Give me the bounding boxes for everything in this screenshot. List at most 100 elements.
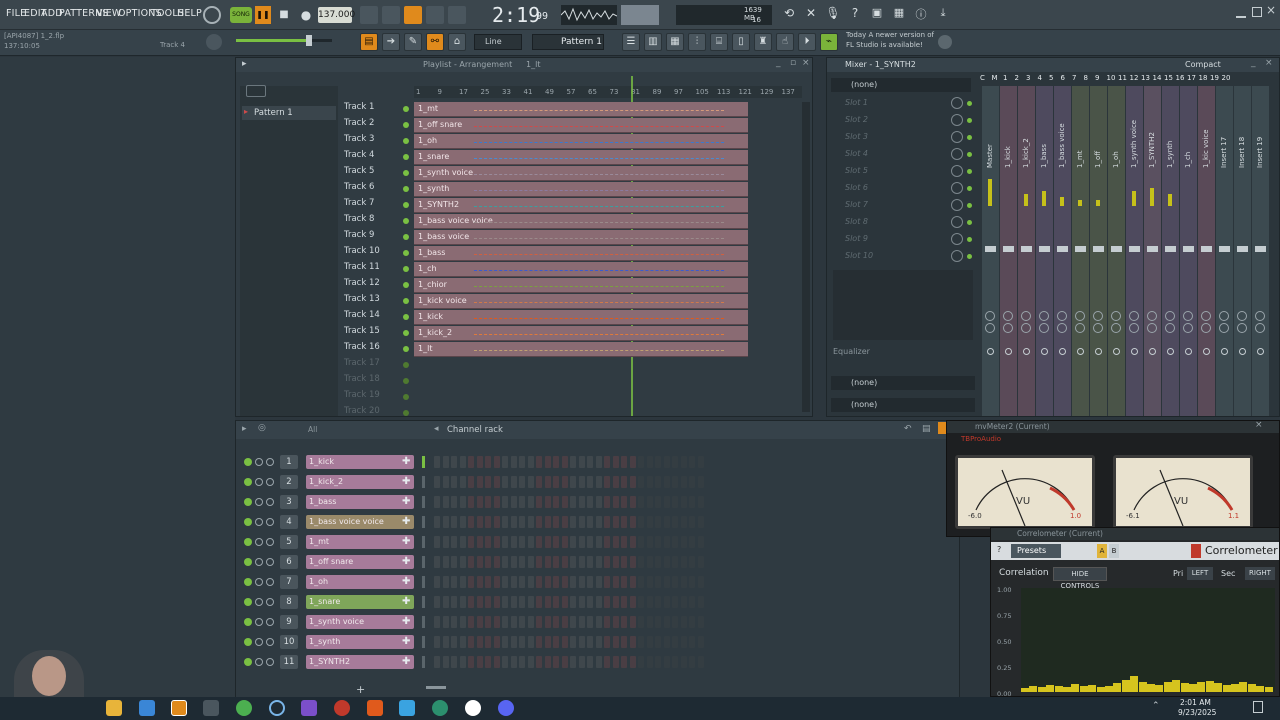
step-button[interactable]: [595, 636, 602, 648]
track-label[interactable]: Track 8: [344, 214, 402, 229]
mixer-strip[interactable]: 1_bass: [1036, 86, 1053, 416]
mixer-route-led[interactable]: [987, 348, 994, 355]
master-volume-slider[interactable]: [236, 35, 332, 46]
channel-volume-knob[interactable]: [266, 638, 274, 646]
loop-record-icon[interactable]: [448, 6, 466, 24]
fx-slot[interactable]: Slot 5: [831, 164, 972, 179]
track-label[interactable]: Track 13: [344, 294, 402, 309]
fx-slot[interactable]: Slot 1: [831, 96, 972, 111]
step-button[interactable]: [502, 476, 508, 488]
mixer-route-led[interactable]: [1149, 348, 1156, 355]
step-button[interactable]: [587, 476, 593, 488]
step-button[interactable]: [570, 636, 576, 648]
step-button[interactable]: [604, 496, 610, 508]
info-icon[interactable]: ⓘ: [912, 6, 930, 24]
step-button[interactable]: [527, 476, 534, 488]
step-button[interactable]: [672, 596, 678, 608]
help-icon[interactable]: ?: [846, 6, 864, 24]
step-button[interactable]: [468, 616, 474, 628]
mixer-stereo-knob[interactable]: [1111, 323, 1121, 333]
mixer-stereo-knob[interactable]: [1093, 323, 1103, 333]
channel-number[interactable]: 5: [280, 535, 298, 549]
step-button[interactable]: [680, 616, 687, 628]
step-button[interactable]: [553, 596, 559, 608]
step-button[interactable]: [553, 456, 559, 468]
step-button[interactable]: [621, 456, 627, 468]
step-button[interactable]: [527, 596, 534, 608]
channel-add-icon[interactable]: ✚: [402, 496, 410, 507]
stamp-icon[interactable]: ⌂: [448, 33, 466, 51]
step-button[interactable]: [502, 556, 508, 568]
fx-slot-mix-knob[interactable]: [951, 233, 963, 245]
mixer-fader[interactable]: [1255, 246, 1266, 252]
step-button[interactable]: [570, 656, 576, 668]
mixer-fader[interactable]: [1147, 246, 1158, 252]
fx-slot-enable-led[interactable]: [967, 101, 972, 106]
step-button[interactable]: [468, 576, 474, 588]
step-button[interactable]: [612, 536, 619, 548]
step-button[interactable]: [536, 596, 542, 608]
rack-menu-icon[interactable]: ▸: [242, 424, 247, 434]
rack-scrollbar[interactable]: [426, 686, 446, 689]
channel-number[interactable]: 6: [280, 555, 298, 569]
mixer-pan-knob[interactable]: [1255, 311, 1265, 321]
step-button[interactable]: [570, 456, 576, 468]
mixer-route-led[interactable]: [1059, 348, 1066, 355]
news-line-2[interactable]: FL Studio is available!: [846, 41, 923, 49]
step-button[interactable]: [587, 456, 593, 468]
mixer-fader[interactable]: [1057, 246, 1068, 252]
mixer-strip-number[interactable]: 19: [1210, 74, 1219, 82]
step-button[interactable]: [502, 656, 508, 668]
channel-pan-knob[interactable]: [255, 578, 263, 586]
step-button[interactable]: [689, 576, 695, 588]
step-button[interactable]: [672, 536, 678, 548]
countdown-icon[interactable]: [404, 6, 422, 24]
step-button[interactable]: [561, 536, 568, 548]
channel-add-icon[interactable]: ✚: [402, 656, 410, 667]
channel-mute-led[interactable]: [244, 578, 252, 586]
fx-slot-enable-led[interactable]: [967, 186, 972, 191]
channel-volume-knob[interactable]: [266, 598, 274, 606]
mixer-strip-number[interactable]: 15: [1164, 74, 1173, 82]
step-button[interactable]: [578, 636, 585, 648]
step-button[interactable]: [485, 516, 491, 528]
step-button[interactable]: [519, 456, 525, 468]
step-button[interactable]: [655, 456, 661, 468]
step-button[interactable]: [510, 536, 517, 548]
step-button[interactable]: [468, 556, 474, 568]
step-button[interactable]: [519, 616, 525, 628]
channel-pan-knob[interactable]: [255, 558, 263, 566]
mixer-fader[interactable]: [1075, 246, 1086, 252]
channel-volume-knob[interactable]: [266, 658, 274, 666]
mixer-pan-knob[interactable]: [985, 311, 995, 321]
playlist-clip[interactable]: 1_kick: [414, 310, 748, 325]
mixer-strip[interactable]: 1_mt: [1072, 86, 1089, 416]
step-button[interactable]: [689, 636, 695, 648]
close-all-icon[interactable]: ✕: [802, 6, 820, 24]
step-button[interactable]: [561, 496, 568, 508]
mixer-strip-number[interactable]: 2: [1015, 74, 1019, 82]
channel-name-button[interactable]: 1_synth: [306, 635, 414, 649]
channel-name-button[interactable]: 1_bass voice voice: [306, 515, 414, 529]
menu-help[interactable]: HELP: [177, 8, 202, 19]
channel-select-led[interactable]: [422, 636, 425, 648]
step-button[interactable]: [638, 476, 644, 488]
step-button[interactable]: [570, 496, 576, 508]
step-button[interactable]: [697, 516, 704, 528]
step-button[interactable]: [519, 636, 525, 648]
maximize-icon[interactable]: [1252, 7, 1262, 17]
step-button[interactable]: [502, 596, 508, 608]
step-button[interactable]: [544, 456, 551, 468]
step-button[interactable]: [502, 496, 508, 508]
playlist-clip[interactable]: 1_synth: [414, 182, 748, 197]
step-button[interactable]: [451, 636, 457, 648]
step-button[interactable]: [680, 596, 687, 608]
channel-add-icon[interactable]: ✚: [402, 556, 410, 567]
mixer-route-led[interactable]: [1185, 348, 1192, 355]
step-button[interactable]: [485, 576, 491, 588]
equalizer-panel[interactable]: [833, 270, 973, 340]
channel-pan-knob[interactable]: [255, 638, 263, 646]
mixer-strip[interactable]: 1_SYNTH2: [1144, 86, 1161, 416]
fx-slot[interactable]: Slot 4: [831, 147, 972, 162]
step-button[interactable]: [561, 616, 568, 628]
